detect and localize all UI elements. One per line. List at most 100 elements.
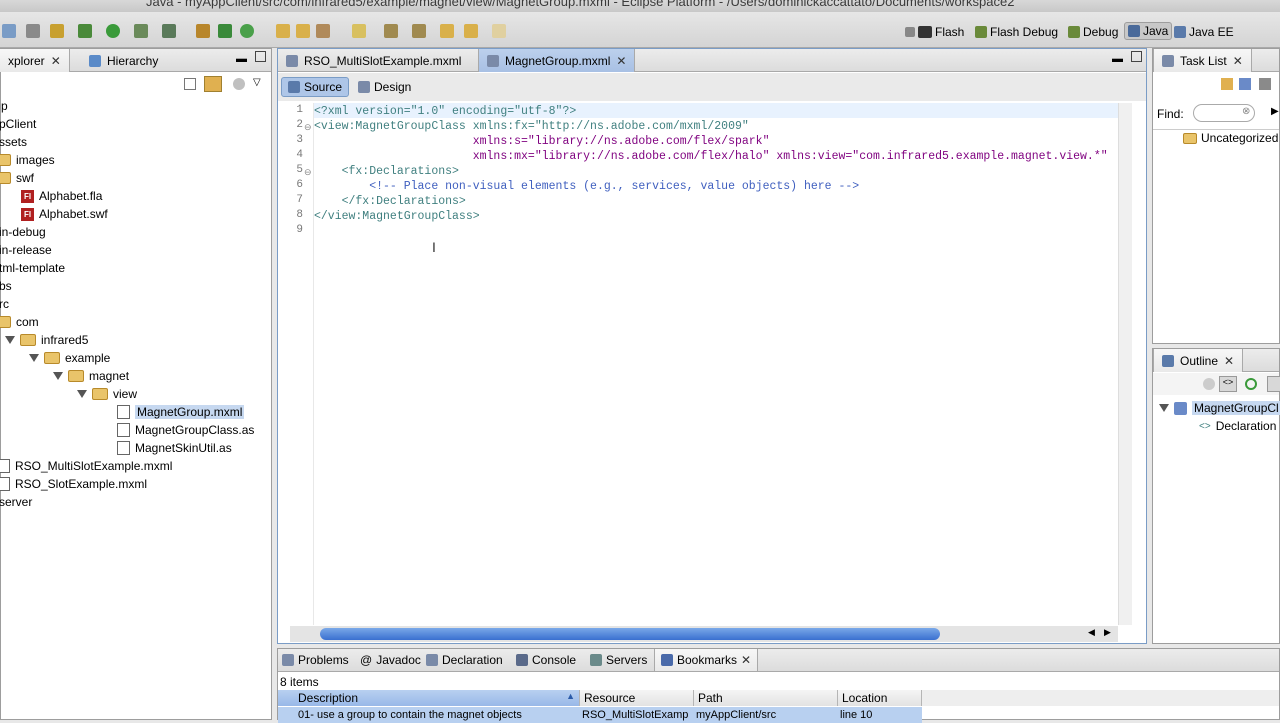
scroll-right-icon[interactable]: ▶ — [1104, 627, 1111, 638]
table-row[interactable]: 01- use a group to contain the magnet ob… — [278, 707, 922, 723]
fold-icon[interactable]: ⊖ — [304, 122, 312, 133]
tree-item-file[interactable]: MagnetGroupClass.as — [117, 421, 254, 439]
search-icon[interactable] — [316, 24, 330, 38]
tree-item[interactable]: rc — [0, 295, 9, 313]
tree-item[interactable]: pClient — [0, 115, 36, 133]
run-icon[interactable] — [106, 24, 120, 38]
tree-item[interactable]: server — [0, 493, 32, 511]
tree-item[interactable]: p — [1, 97, 8, 115]
perspective-java[interactable]: Java — [1124, 22, 1173, 40]
tab-console[interactable]: Console — [516, 649, 576, 671]
tree-item-folder[interactable]: magnet — [53, 367, 129, 385]
profile-icon[interactable] — [134, 24, 148, 38]
close-icon[interactable]: ✕ — [616, 54, 626, 68]
hide-icon[interactable] — [1203, 378, 1215, 390]
category-item[interactable]: Uncategorized — [1183, 131, 1278, 145]
tree-item-file[interactable]: RSO_SlotExample.mxml — [0, 475, 147, 493]
outline-item[interactable]: <> Declaration — [1199, 417, 1276, 435]
tab-outline[interactable]: Outline ✕ — [1153, 349, 1244, 372]
fold-icon[interactable]: ⊖ — [304, 167, 312, 178]
back-icon[interactable] — [464, 24, 478, 38]
minimize-icon[interactable]: ▬ — [236, 53, 247, 65]
expand-icon[interactable] — [5, 336, 15, 344]
minimize-icon[interactable]: ▬ — [1112, 53, 1123, 65]
tree-item[interactable]: bs — [0, 277, 12, 295]
column-header-resource[interactable]: Resource — [580, 690, 694, 706]
tree-item-folder[interactable]: infrared5 — [5, 331, 88, 349]
perspective-java-ee[interactable]: Java EE — [1174, 23, 1234, 41]
close-icon[interactable]: ✕ — [741, 653, 751, 667]
tab-task-list[interactable]: Task List ✕ — [1153, 49, 1252, 72]
tree-item-folder[interactable]: example — [29, 349, 110, 367]
expand-icon[interactable] — [29, 354, 39, 362]
open-type-icon[interactable] — [296, 24, 310, 38]
open-folder-icon[interactable] — [276, 24, 290, 38]
collapse-all-icon[interactable] — [184, 78, 196, 90]
settings-icon[interactable] — [50, 24, 64, 38]
sort-icon[interactable] — [1267, 376, 1280, 392]
tree-item[interactable]: tml-template — [0, 259, 65, 277]
close-icon[interactable]: ✕ — [51, 54, 61, 68]
refresh-icon[interactable] — [1245, 378, 1257, 390]
debug-icon[interactable] — [78, 24, 92, 38]
column-header-description[interactable]: Description ▲ — [278, 690, 580, 706]
new-package-icon[interactable] — [196, 24, 210, 38]
find-input[interactable]: ⊗ — [1193, 104, 1255, 122]
tab-declaration[interactable]: Declaration — [426, 649, 503, 671]
tree-item[interactable]: in-debug — [0, 223, 46, 241]
tab-problems[interactable]: Problems — [282, 649, 349, 671]
tree-item-file[interactable]: Fl Alphabet.fla — [21, 187, 102, 205]
forward-icon[interactable] — [492, 24, 506, 38]
source-mode-button[interactable]: Source — [281, 77, 350, 97]
save-icon[interactable] — [26, 24, 40, 38]
tab-package-explorer[interactable]: xplorer ✕ — [0, 49, 70, 72]
new-task-icon[interactable] — [1221, 78, 1233, 90]
tree-item-folder[interactable]: swf — [0, 169, 34, 187]
design-mode-button[interactable]: Design — [352, 77, 417, 97]
refresh-icon[interactable] — [240, 24, 254, 38]
category-icon[interactable] — [1239, 78, 1251, 90]
expand-icon[interactable] — [77, 390, 87, 398]
link-editor-icon[interactable] — [204, 76, 222, 92]
tab-bookmarks[interactable]: Bookmarks ✕ — [654, 649, 759, 671]
prev-annotation-icon[interactable] — [412, 24, 426, 38]
close-icon[interactable]: ✕ — [1224, 354, 1234, 368]
tab-javadoc[interactable]: @ Javadoc — [360, 649, 421, 671]
perspective-flash-debug[interactable]: Flash Debug — [975, 23, 1058, 41]
close-icon[interactable]: ✕ — [1233, 54, 1243, 68]
new-class-icon[interactable] — [218, 24, 232, 38]
expand-icon[interactable] — [1159, 404, 1169, 412]
tab-rso-multislot[interactable]: RSO_MultiSlotExample.mxml — [278, 49, 469, 72]
tree-item[interactable]: ssets — [0, 133, 27, 151]
tree-item-file[interactable]: RSO_MultiSlotExample.mxml — [0, 457, 172, 475]
code-view-icon[interactable]: <> — [1219, 376, 1237, 392]
scroll-left-icon[interactable]: ◀ — [1088, 627, 1095, 638]
tree-item[interactable]: in-release — [0, 241, 52, 259]
sync-icon[interactable] — [233, 78, 245, 90]
clear-icon[interactable]: ⊗ — [1242, 106, 1250, 117]
chevron-right-icon[interactable]: ▶ — [1271, 106, 1279, 117]
view-menu-icon[interactable]: ▽ — [253, 77, 261, 88]
maximize-icon[interactable] — [1131, 51, 1142, 62]
maximize-icon[interactable] — [255, 51, 266, 62]
tab-hierarchy[interactable]: Hierarchy — [81, 49, 166, 72]
new-icon[interactable] — [2, 24, 16, 38]
tab-magnetgroup[interactable]: MagnetGroup.mxml ✕ — [478, 49, 636, 72]
external-tools-icon[interactable] — [162, 24, 176, 38]
expand-icon[interactable] — [53, 372, 63, 380]
tree-item-folder[interactable]: images — [0, 151, 55, 169]
mark-occurrences-icon[interactable] — [352, 24, 366, 38]
horizontal-scrollbar[interactable]: ◀ ▶ — [290, 626, 1118, 642]
next-annotation-icon[interactable] — [384, 24, 398, 38]
column-header-location[interactable]: Location — [838, 690, 922, 706]
filter-icon[interactable] — [1259, 78, 1271, 90]
column-header-path[interactable]: Path — [694, 690, 838, 706]
tree-item-file[interactable]: MagnetSkinUtil.as — [117, 439, 232, 457]
tree-item-folder[interactable]: view — [77, 385, 137, 403]
tree-item-folder[interactable]: com — [0, 313, 39, 331]
tab-servers[interactable]: Servers — [590, 649, 647, 671]
perspective-debug[interactable]: Debug — [1068, 23, 1118, 41]
last-edit-icon[interactable] — [440, 24, 454, 38]
code-editor[interactable]: 1 2 3 4 5 6 7 8 9 ⊖ ⊖ <?xml version="1.0… — [290, 103, 1118, 625]
tree-item-file-selected[interactable]: MagnetGroup.mxml — [117, 403, 245, 421]
